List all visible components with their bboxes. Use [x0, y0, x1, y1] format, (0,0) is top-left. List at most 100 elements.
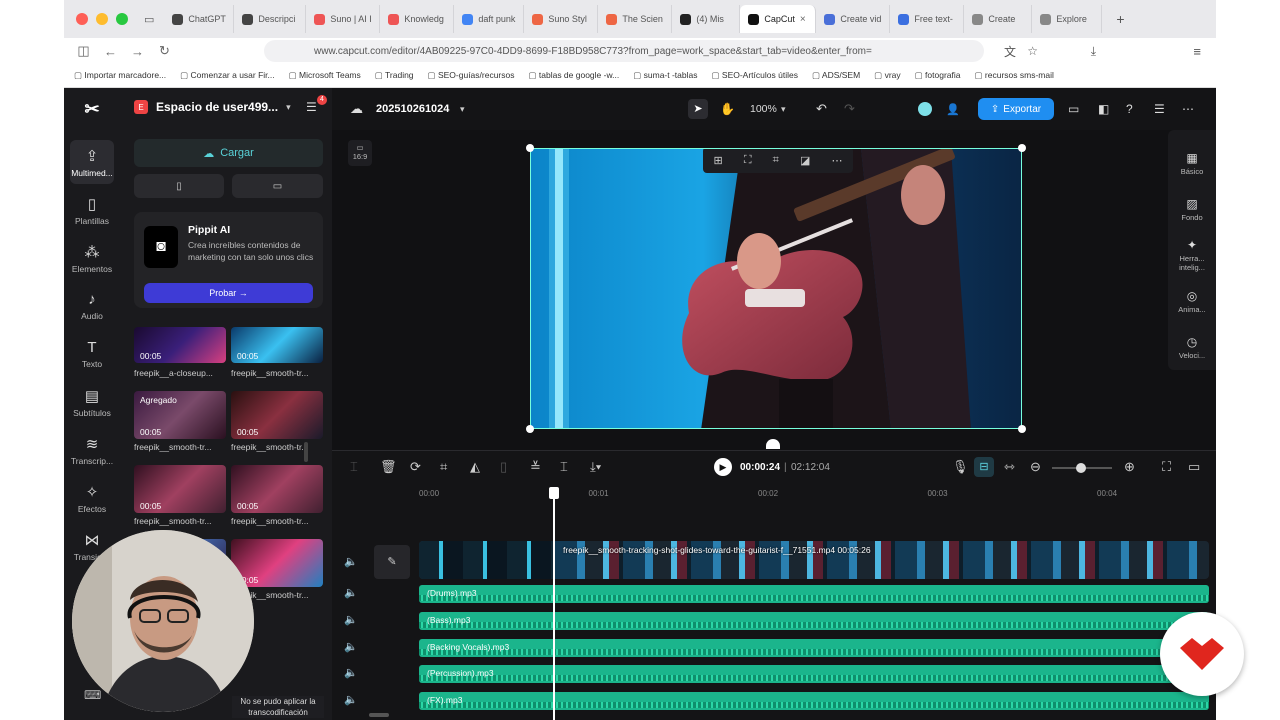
download-icon[interactable]: ⤓▾ — [590, 459, 601, 475]
audio-clip[interactable]: (Bass).mp3 — [419, 611, 1209, 630]
media-thumbnail[interactable]: 00:05 — [231, 539, 323, 587]
bookmark-item[interactable]: tablas de google -w... — [528, 70, 619, 81]
download-icon[interactable]: ⤓ — [1091, 44, 1096, 59]
media-thumbnail[interactable]: 00:05 — [231, 391, 323, 439]
more-icon[interactable]: ⋯ — [1182, 102, 1194, 116]
notifications-icon[interactable]: ☰ — [306, 100, 317, 114]
project-title[interactable]: 202510261024 — [376, 103, 449, 115]
phone-filter-button[interactable]: ▯ — [134, 174, 224, 198]
stack-icon[interactable]: ☰ — [1154, 102, 1165, 116]
new-tab-icon[interactable]: + — [1116, 11, 1124, 27]
browser-tab[interactable]: ChatGPT — [164, 5, 235, 33]
minimize-window-button[interactable] — [96, 13, 108, 25]
capcut-logo-icon[interactable]: ✂ — [64, 88, 120, 130]
magnet-icon[interactable]: ⊟ — [974, 457, 994, 477]
browser-tab[interactable]: Suno Styl — [524, 5, 599, 33]
property-tab[interactable]: ▦ Básico — [1168, 140, 1216, 186]
media-thumbnail[interactable]: 00:05 Agregado — [134, 391, 226, 439]
browser-tab[interactable]: daft punk — [454, 5, 525, 33]
rail-item[interactable]: ▯ Plantillas — [70, 188, 114, 232]
track-volume-icon[interactable]: 🔈 — [344, 666, 358, 679]
bookmark-item[interactable]: fotografia — [915, 70, 960, 81]
browser-tab[interactable]: Create vid — [816, 5, 891, 33]
split-view-icon[interactable]: ⇿ — [1004, 459, 1015, 475]
sidebar-toggle-icon[interactable]: ◫ — [70, 43, 97, 59]
browser-tab[interactable]: CapCut × — [740, 5, 817, 33]
crop-icon[interactable]: ⌗ — [773, 154, 779, 167]
bookmark-item[interactable]: ADS/SEM — [812, 70, 860, 81]
playhead[interactable] — [549, 487, 560, 720]
try-button[interactable]: Probar → — [144, 283, 313, 303]
browser-tab[interactable]: Knowledg — [380, 5, 455, 33]
edit-cover-icon[interactable]: ✎ — [374, 545, 410, 579]
cloud-icon[interactable]: ☁ — [350, 101, 363, 117]
rotate-handle[interactable] — [766, 439, 780, 449]
horizontal-scrollbar[interactable] — [369, 713, 389, 717]
url-field[interactable]: www.capcut.com/editor/4AB09225-97C0-4DD9… — [264, 40, 984, 62]
user-avatar[interactable] — [918, 102, 932, 116]
rail-item[interactable]: ≋ Transcrip... — [70, 428, 114, 472]
track-volume-icon[interactable]: 🔈 — [344, 640, 358, 653]
speed-icon[interactable]: ≚ — [530, 459, 541, 475]
rail-item[interactable]: ⁂ Elementos — [70, 236, 114, 280]
redo-icon[interactable]: ↷ — [844, 101, 855, 117]
forward-icon[interactable]: → — [124, 44, 151, 59]
tab-close-icon[interactable]: × — [800, 14, 806, 25]
browser-tab[interactable]: Descripci — [234, 5, 307, 33]
delete-icon[interactable]: 🗑 — [380, 459, 397, 475]
rail-item[interactable]: ✧ Efectos — [70, 476, 114, 520]
browser-tab[interactable]: Create — [964, 5, 1033, 33]
rail-item[interactable]: T Texto — [70, 332, 114, 376]
add-user-icon[interactable]: 👤 — [946, 103, 960, 116]
tablet-filter-button[interactable]: ▭ — [232, 174, 323, 198]
property-tab[interactable]: ◷ Veloci... — [1168, 324, 1216, 370]
trim-icon[interactable]: ⌶ — [560, 459, 568, 475]
zoom-slider-knob[interactable] — [1076, 463, 1086, 473]
comment-icon[interactable]: ▭ — [1188, 459, 1200, 475]
zoom-in-icon[interactable]: ⊕ — [1124, 459, 1135, 475]
rail-item[interactable]: ⇪ Multimed... — [70, 140, 114, 184]
video-preview[interactable]: ⊞ ⛶ ⌗ ◪ ⋯ — [530, 148, 1022, 429]
bookmark-item[interactable]: recursos sms-mail — [975, 70, 1054, 81]
split-icon[interactable]: ⌶ — [350, 459, 358, 475]
rail-item[interactable]: ▤ Subtítulos — [70, 380, 114, 424]
maximize-window-button[interactable] — [116, 13, 128, 25]
freeze-icon[interactable]: ▯ — [500, 459, 507, 475]
bookmark-item[interactable]: Microsoft Teams — [289, 70, 361, 81]
track-volume-icon[interactable]: 🔈 — [344, 693, 358, 706]
reload-icon[interactable]: ↻ — [151, 43, 178, 59]
focus-icon[interactable]: ⛶ — [744, 154, 752, 167]
layout-icon[interactable]: ◧ — [1098, 102, 1109, 116]
browser-tab[interactable]: (4) Mis — [672, 5, 741, 33]
zoom-level[interactable]: 100% — [750, 103, 777, 115]
tab-overview-icon[interactable]: ▭ — [144, 13, 154, 26]
media-thumbnail[interactable]: 00:05 — [134, 465, 226, 513]
video-track-volume-icon[interactable]: 🔈 — [344, 555, 358, 568]
close-window-button[interactable] — [76, 13, 88, 25]
mirror-icon[interactable]: ◭ — [470, 459, 480, 475]
audio-clip[interactable]: (Percussion).mp3 — [419, 665, 1209, 684]
browser-tab[interactable]: Explore — [1032, 5, 1103, 33]
audio-clip[interactable]: (Drums).mp3 — [419, 585, 1209, 603]
bookmark-star-icon[interactable]: ☆ — [1027, 44, 1038, 58]
loop-icon[interactable]: ⟳ — [410, 459, 421, 475]
browser-tab[interactable]: Suno | AI I — [306, 5, 381, 33]
chevron-down-icon[interactable]: ▾ — [781, 104, 786, 115]
upload-button[interactable]: ☁ Cargar — [134, 139, 323, 167]
rail-item[interactable]: ♪ Audio — [70, 284, 114, 328]
keyboard-icon[interactable]: ⌨ — [84, 688, 101, 702]
media-thumbnail[interactable]: 00:05 — [231, 327, 323, 363]
scrollbar[interactable] — [304, 442, 308, 462]
fit-icon[interactable]: ⛶ — [1162, 459, 1171, 475]
media-thumbnail[interactable]: 00:05 — [231, 465, 323, 513]
bookmark-item[interactable]: Trading — [375, 70, 414, 81]
workspace-switcher[interactable]: E Espacio de user499... ▾ — [134, 100, 291, 114]
undo-icon[interactable]: ↶ — [816, 101, 827, 117]
resize-handle[interactable] — [526, 425, 534, 433]
property-tab[interactable]: ▨ Fondo — [1168, 186, 1216, 232]
zoom-out-icon[interactable]: ⊖ — [1030, 459, 1041, 475]
bookmark-item[interactable]: Comenzar a usar Fir... — [180, 70, 275, 81]
crop-icon[interactable]: ⌗ — [440, 459, 447, 475]
select-pointer-icon[interactable]: ➤ — [688, 99, 708, 119]
aspect-ratio-button[interactable]: ▭ 16:9 — [348, 140, 372, 166]
